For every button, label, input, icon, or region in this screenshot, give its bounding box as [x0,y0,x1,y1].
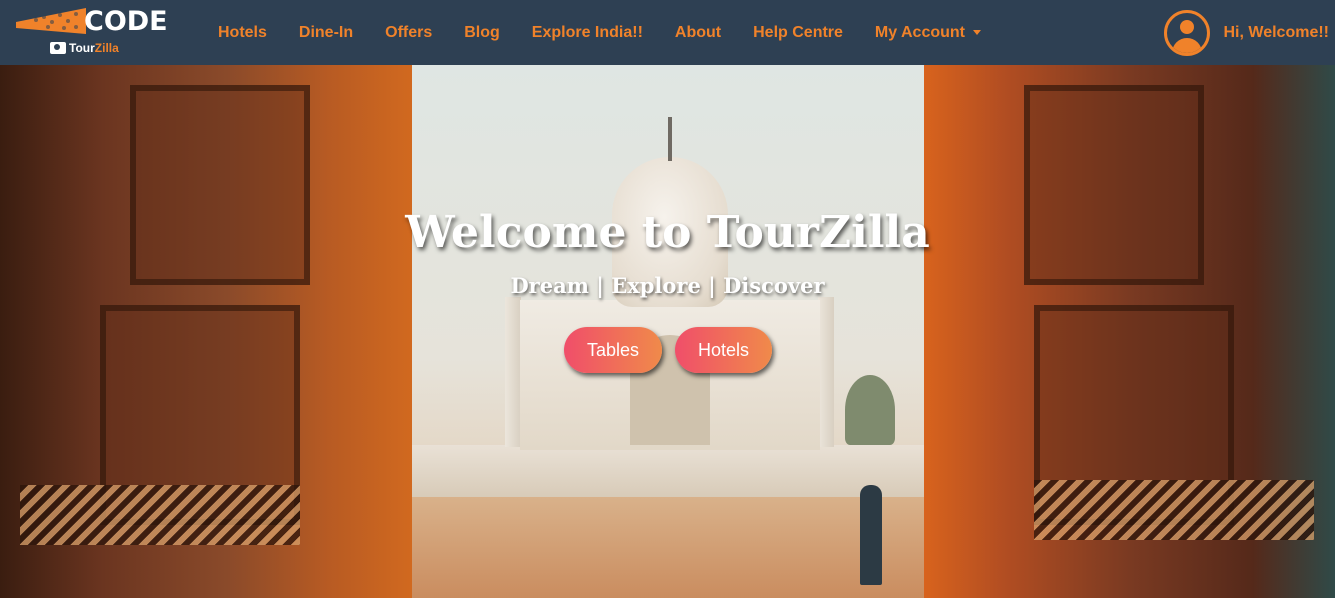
hero-subtitle: Dream | Explore | Discover [510,273,825,298]
hotels-button[interactable]: Hotels [675,327,773,373]
tables-button[interactable]: Tables [564,327,663,373]
hero-banner: Welcome to TourZilla Dream | Explore | D… [0,65,1335,598]
tree [845,375,895,445]
user-circle-icon[interactable] [1163,10,1210,56]
monument-finial [668,117,672,161]
brand-logo[interactable]: CODE TourZilla [16,6,168,58]
left-door [0,65,412,598]
minaret-left [505,297,521,447]
account-area: Hi, Welcome!! [1163,10,1330,56]
caret-down-icon [973,29,981,35]
visitor-figure [860,485,882,585]
brand-logo-mark [16,8,86,34]
brand-sub-zilla: Zilla [94,41,119,55]
hero-title: Welcome to TourZilla [405,207,930,258]
welcome-greeting: Hi, Welcome!! [1223,24,1330,41]
nav-offers[interactable]: Offers [369,24,448,42]
nav-dine-in[interactable]: Dine-In [283,24,369,42]
nav-blog[interactable]: Blog [448,24,516,42]
right-door [924,65,1335,598]
brand-subtitle: TourZilla [50,41,119,55]
nav-help-centre[interactable]: Help Centre [737,24,859,42]
brand-sub-tour: Tour [69,41,95,55]
courtyard-ground [360,495,980,598]
minaret-right [818,297,834,447]
nav-my-account-dropdown[interactable]: My Account [859,24,997,42]
nav-my-account-label: My Account [874,23,965,41]
nav-hotels[interactable]: Hotels [202,24,283,42]
hero-buttons: Tables Hotels [564,327,773,373]
camera-icon [50,42,66,54]
navbar: CODE TourZilla Hotels Dine-In Offers Blo… [0,0,1335,65]
nav-about[interactable]: About [659,24,737,42]
brand-code-text: CODE [84,6,168,37]
nav-links: Hotels Dine-In Offers Blog Explore India… [202,0,997,65]
nav-explore-india[interactable]: Explore India!! [516,24,659,42]
